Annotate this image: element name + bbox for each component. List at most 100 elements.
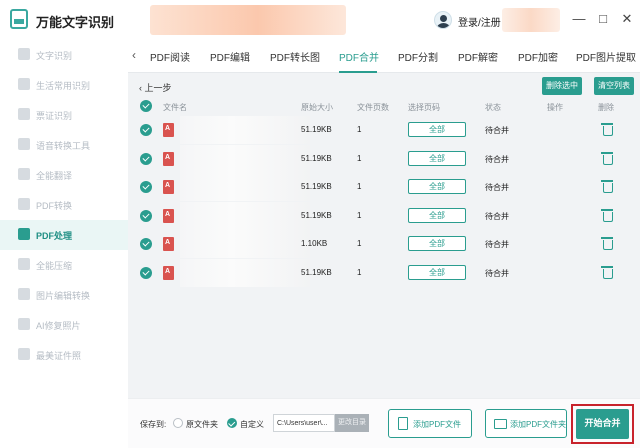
table-row: 51.19KB 1 全部 待合并	[135, 201, 630, 231]
header-size: 原始大小	[301, 103, 333, 112]
trash-icon[interactable]	[601, 265, 613, 279]
row-checkbox[interactable]	[140, 124, 152, 136]
sidebar-item-life-recognition[interactable]: 生活常用识别	[0, 70, 128, 100]
trash-icon[interactable]	[601, 179, 613, 193]
life-scan-icon	[18, 78, 30, 90]
promo-banner[interactable]	[150, 5, 346, 35]
change-directory-button[interactable]: 更改目录	[335, 414, 369, 432]
page-select-button[interactable]: 全部	[408, 179, 466, 194]
add-pdf-folder-button[interactable]: 添加PDF文件夹	[485, 409, 567, 438]
row-checkbox[interactable]	[140, 209, 152, 222]
row-checkbox[interactable]	[140, 266, 152, 279]
app-logo-icon	[10, 9, 28, 29]
radio-original-folder-label[interactable]: 原文件夹	[186, 419, 218, 430]
id-photo-icon	[18, 348, 30, 360]
file-name-blurred	[180, 173, 310, 201]
clear-list-button[interactable]: 清空列表	[594, 77, 634, 95]
table-row: 51.19KB 1 全部 待合并	[135, 258, 630, 288]
sidebar-item-id-photo[interactable]: 最美证件照	[0, 340, 128, 370]
radio-custom[interactable]	[227, 418, 237, 428]
pdf-file-icon	[163, 208, 174, 223]
tab-pdf-to-long-image[interactable]: PDF转长图	[270, 49, 320, 64]
file-status: 待合并	[485, 211, 509, 221]
pdf-process-icon	[18, 228, 30, 240]
page-select-button[interactable]: 全部	[408, 150, 466, 166]
file-status: 待合并	[485, 154, 509, 164]
select-all-checkbox[interactable]	[140, 100, 152, 112]
page-select-button[interactable]: 全部	[408, 236, 466, 251]
close-button[interactable]: ✕	[618, 10, 636, 28]
sidebar-item-pdf-process[interactable]: PDF处理	[0, 220, 128, 250]
tab-pdf-decrypt[interactable]: PDF解密	[458, 49, 498, 64]
tab-pdf-edit[interactable]: PDF编辑	[210, 49, 250, 64]
table-row: 51.19KB 1 全部 待合并	[135, 116, 630, 145]
main-content: ‹ 上一步 删除选中 清空列表 文件名 原始大小 文件页数 选择页码 状态 操作…	[128, 73, 640, 448]
add-file-icon	[398, 417, 408, 430]
trash-icon[interactable]	[601, 208, 613, 222]
sidebar-item-ai-repair[interactable]: AI修复照片	[0, 310, 128, 340]
tab-bar: ‹ PDF阅读 PDF编辑 PDF转长图 PDF合并 PDF分割 PDF解密 P…	[128, 40, 640, 73]
user-info[interactable]	[502, 8, 560, 32]
page-select-button[interactable]: 全部	[408, 122, 466, 137]
sidebar-item-image-edit[interactable]: 图片编辑转换	[0, 280, 128, 310]
user-avatar-icon[interactable]	[434, 11, 452, 29]
trash-icon[interactable]	[601, 236, 613, 250]
header-action: 操作	[547, 103, 563, 112]
page-select-button[interactable]: 全部	[408, 264, 466, 280]
radio-custom-label[interactable]: 自定义	[240, 419, 264, 430]
pdf-file-icon	[163, 151, 174, 166]
maximize-button[interactable]: □	[594, 10, 612, 28]
folder-icon	[494, 419, 507, 429]
output-path-input[interactable]	[273, 414, 335, 432]
tabs-prev-icon[interactable]: ‹	[132, 48, 136, 62]
start-merge-button[interactable]: 开始合并	[576, 409, 629, 439]
tab-pdf-image-extract[interactable]: PDF图片提取	[576, 49, 636, 64]
voice-icon	[18, 138, 30, 150]
tab-pdf-encrypt[interactable]: PDF加密	[518, 49, 558, 64]
page-select-button[interactable]: 全部	[408, 207, 466, 223]
row-checkbox[interactable]	[140, 152, 152, 165]
add-pdf-file-button[interactable]: 添加PDF文件	[388, 409, 472, 438]
tab-pdf-read[interactable]: PDF阅读	[150, 49, 190, 64]
pdf-file-icon	[163, 237, 174, 251]
sidebar-item-voice-tools[interactable]: 语音转换工具	[0, 130, 128, 160]
trash-icon[interactable]	[601, 122, 613, 136]
start-merge-highlight: 开始合并	[571, 404, 634, 444]
row-checkbox[interactable]	[140, 181, 152, 193]
pdf-convert-icon	[18, 198, 30, 210]
sidebar-item-translate[interactable]: 全能翻译	[0, 160, 128, 190]
file-name-blurred	[180, 201, 310, 230]
back-link[interactable]: ‹ 上一步	[139, 81, 172, 94]
sidebar-item-compress[interactable]: 全能压缩	[0, 250, 128, 280]
file-size: 51.19KB	[301, 153, 332, 163]
file-name-blurred	[180, 258, 310, 287]
trash-icon[interactable]	[601, 151, 613, 165]
delete-selected-button[interactable]: 删除选中	[542, 77, 582, 95]
table-row: 51.19KB 1 全部 待合并	[135, 144, 630, 174]
radio-original-folder[interactable]	[173, 418, 183, 428]
file-pages: 1	[357, 239, 362, 248]
login-link[interactable]: 登录/注册	[458, 14, 501, 29]
image-edit-icon	[18, 288, 30, 300]
row-checkbox[interactable]	[140, 238, 152, 250]
file-status: 待合并	[485, 126, 509, 135]
file-pages: 1	[357, 210, 362, 220]
tab-pdf-merge[interactable]: PDF合并	[339, 49, 379, 64]
text-scan-icon	[18, 48, 30, 60]
pdf-file-icon	[163, 180, 174, 194]
file-pages: 1	[357, 182, 362, 191]
pdf-file-icon	[163, 265, 174, 280]
title-bar: 万能文字识别 登录/注册 — □ ✕	[0, 0, 640, 40]
sidebar: 文字识别 生活常用识别 票证识别 语音转换工具 全能翻译 PDF转换 PDF处理…	[0, 40, 128, 448]
sidebar-item-text-recognition[interactable]: 文字识别	[0, 40, 128, 70]
sidebar-item-ticket-recognition[interactable]: 票证识别	[0, 100, 128, 130]
table-row: 1.10KB 1 全部 待合并	[135, 230, 630, 259]
minimize-button[interactable]: —	[570, 10, 588, 28]
file-status: 待合并	[485, 240, 509, 249]
pdf-file-icon	[163, 123, 174, 137]
file-pages: 1	[357, 267, 362, 277]
sidebar-item-pdf-convert[interactable]: PDF转换	[0, 190, 128, 220]
file-size: 51.19KB	[301, 210, 332, 220]
tab-pdf-split[interactable]: PDF分割	[398, 49, 438, 64]
file-size: 1.10KB	[301, 239, 328, 248]
